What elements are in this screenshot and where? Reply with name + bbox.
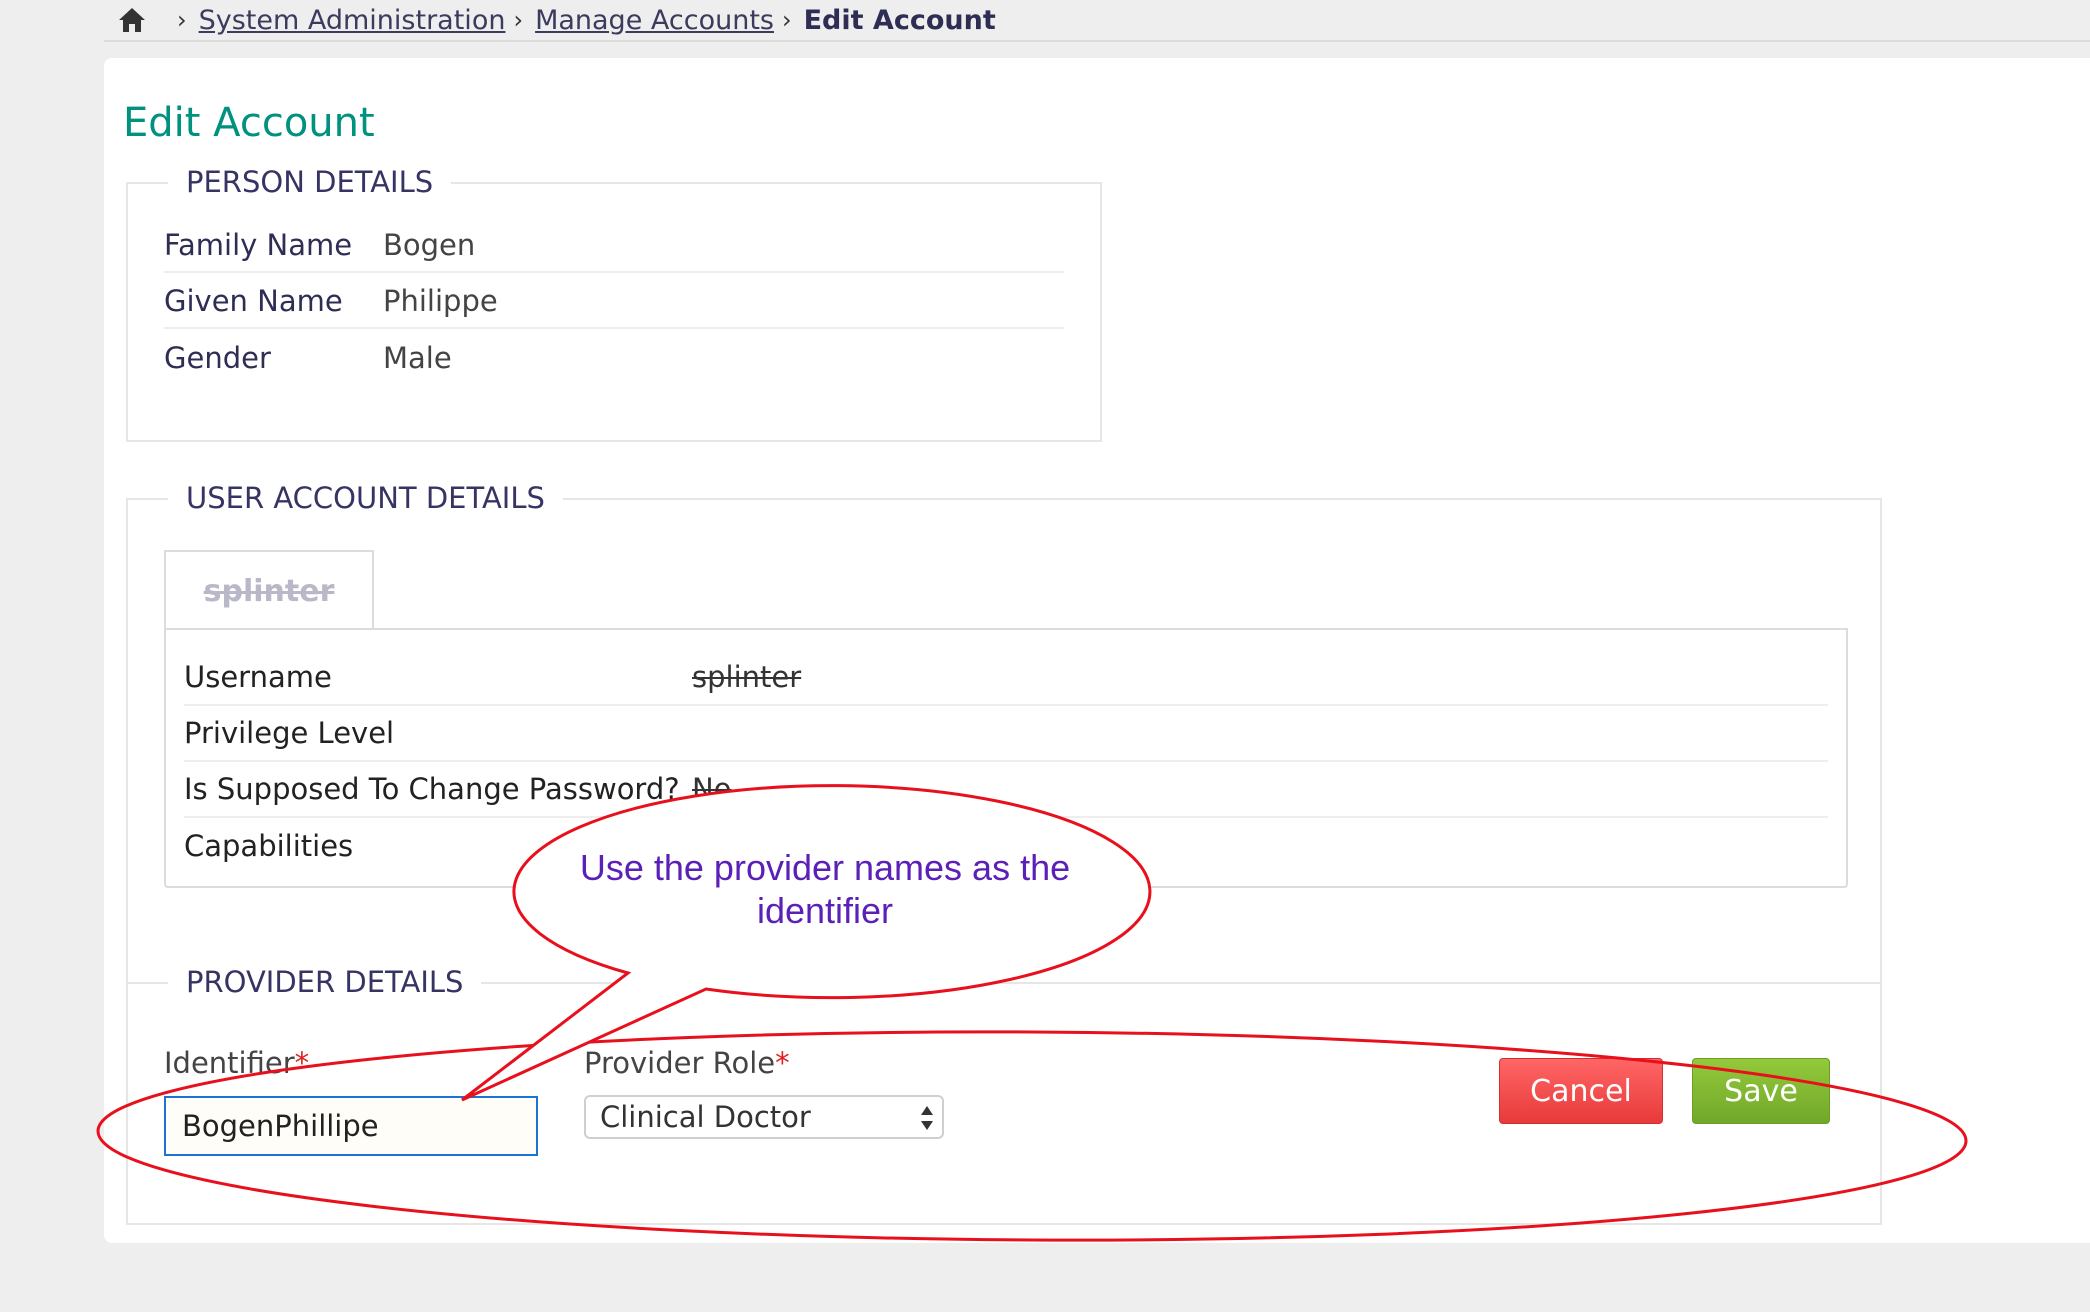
account-row-username: Username splinter	[184, 650, 1828, 706]
field-label: Username	[184, 660, 332, 694]
identifier-label-text: Identifier	[164, 1046, 295, 1080]
required-marker: *	[775, 1046, 790, 1080]
chevron-right-icon: ›	[781, 6, 792, 34]
field-label: Given Name	[164, 283, 343, 318]
provider-details-legend: PROVIDER DETAILS	[168, 965, 482, 999]
field-label: Family Name	[164, 227, 353, 262]
field-value: splinter	[692, 660, 802, 694]
user-account-details-legend: USER ACCOUNT DETAILS	[168, 481, 563, 515]
account-row-privilege-level: Privilege Level	[184, 706, 1828, 762]
select-arrows-icon	[921, 1106, 933, 1130]
field-label: Gender	[164, 340, 271, 375]
tab-account-splinter[interactable]: splinter	[164, 550, 374, 630]
provider-role-label: Provider Role*	[584, 1046, 790, 1080]
provider-role-select[interactable]: Clinical Doctor	[584, 1095, 944, 1139]
person-row-given-name: Given Name Philippe	[164, 274, 1064, 329]
person-row-family-name: Family Name Bogen	[164, 218, 1064, 273]
person-row-gender: Gender Male	[164, 330, 1064, 385]
home-icon[interactable]	[117, 5, 147, 35]
chevron-right-icon: ›	[177, 6, 187, 34]
provider-role-value: Clinical Doctor	[600, 1100, 811, 1134]
field-value: Bogen	[383, 227, 476, 262]
field-value: Philippe	[383, 283, 498, 318]
annotation-callout-text: Use the provider names as the identifier	[579, 847, 1071, 931]
page-title: Edit Account	[123, 100, 375, 146]
breadcrumb-current: Edit Account	[803, 4, 996, 36]
identifier-input[interactable]	[164, 1096, 538, 1156]
provider-details-section: PROVIDER DETAILS Identifier* Provider Ro…	[126, 965, 1882, 1225]
person-details-legend: PERSON DETAILS	[168, 165, 452, 199]
cancel-button[interactable]: Cancel	[1499, 1058, 1663, 1124]
field-value: No	[692, 772, 732, 806]
field-label: Is Supposed To Change Password?	[184, 772, 680, 806]
identifier-label: Identifier*	[164, 1046, 309, 1080]
breadcrumb-manage-accounts[interactable]: Manage Accounts	[535, 5, 774, 36]
header-divider	[104, 40, 2090, 42]
field-label: Privilege Level	[184, 716, 395, 750]
provider-role-label-text: Provider Role	[584, 1046, 776, 1080]
person-details-section: PERSON DETAILS Family Name Bogen Given N…	[126, 165, 1102, 442]
main-panel: Edit Account PERSON DETAILS Family Name …	[104, 58, 2090, 1243]
field-value: Male	[383, 340, 452, 375]
breadcrumb-system-administration[interactable]: System Administration	[199, 5, 506, 36]
save-button[interactable]: Save	[1692, 1058, 1830, 1124]
required-marker: *	[294, 1046, 310, 1080]
account-row-change-password: Is Supposed To Change Password? No	[184, 762, 1828, 818]
breadcrumb: › System Administration › Manage Account…	[117, 0, 996, 40]
chevron-right-icon: ›	[513, 6, 524, 34]
